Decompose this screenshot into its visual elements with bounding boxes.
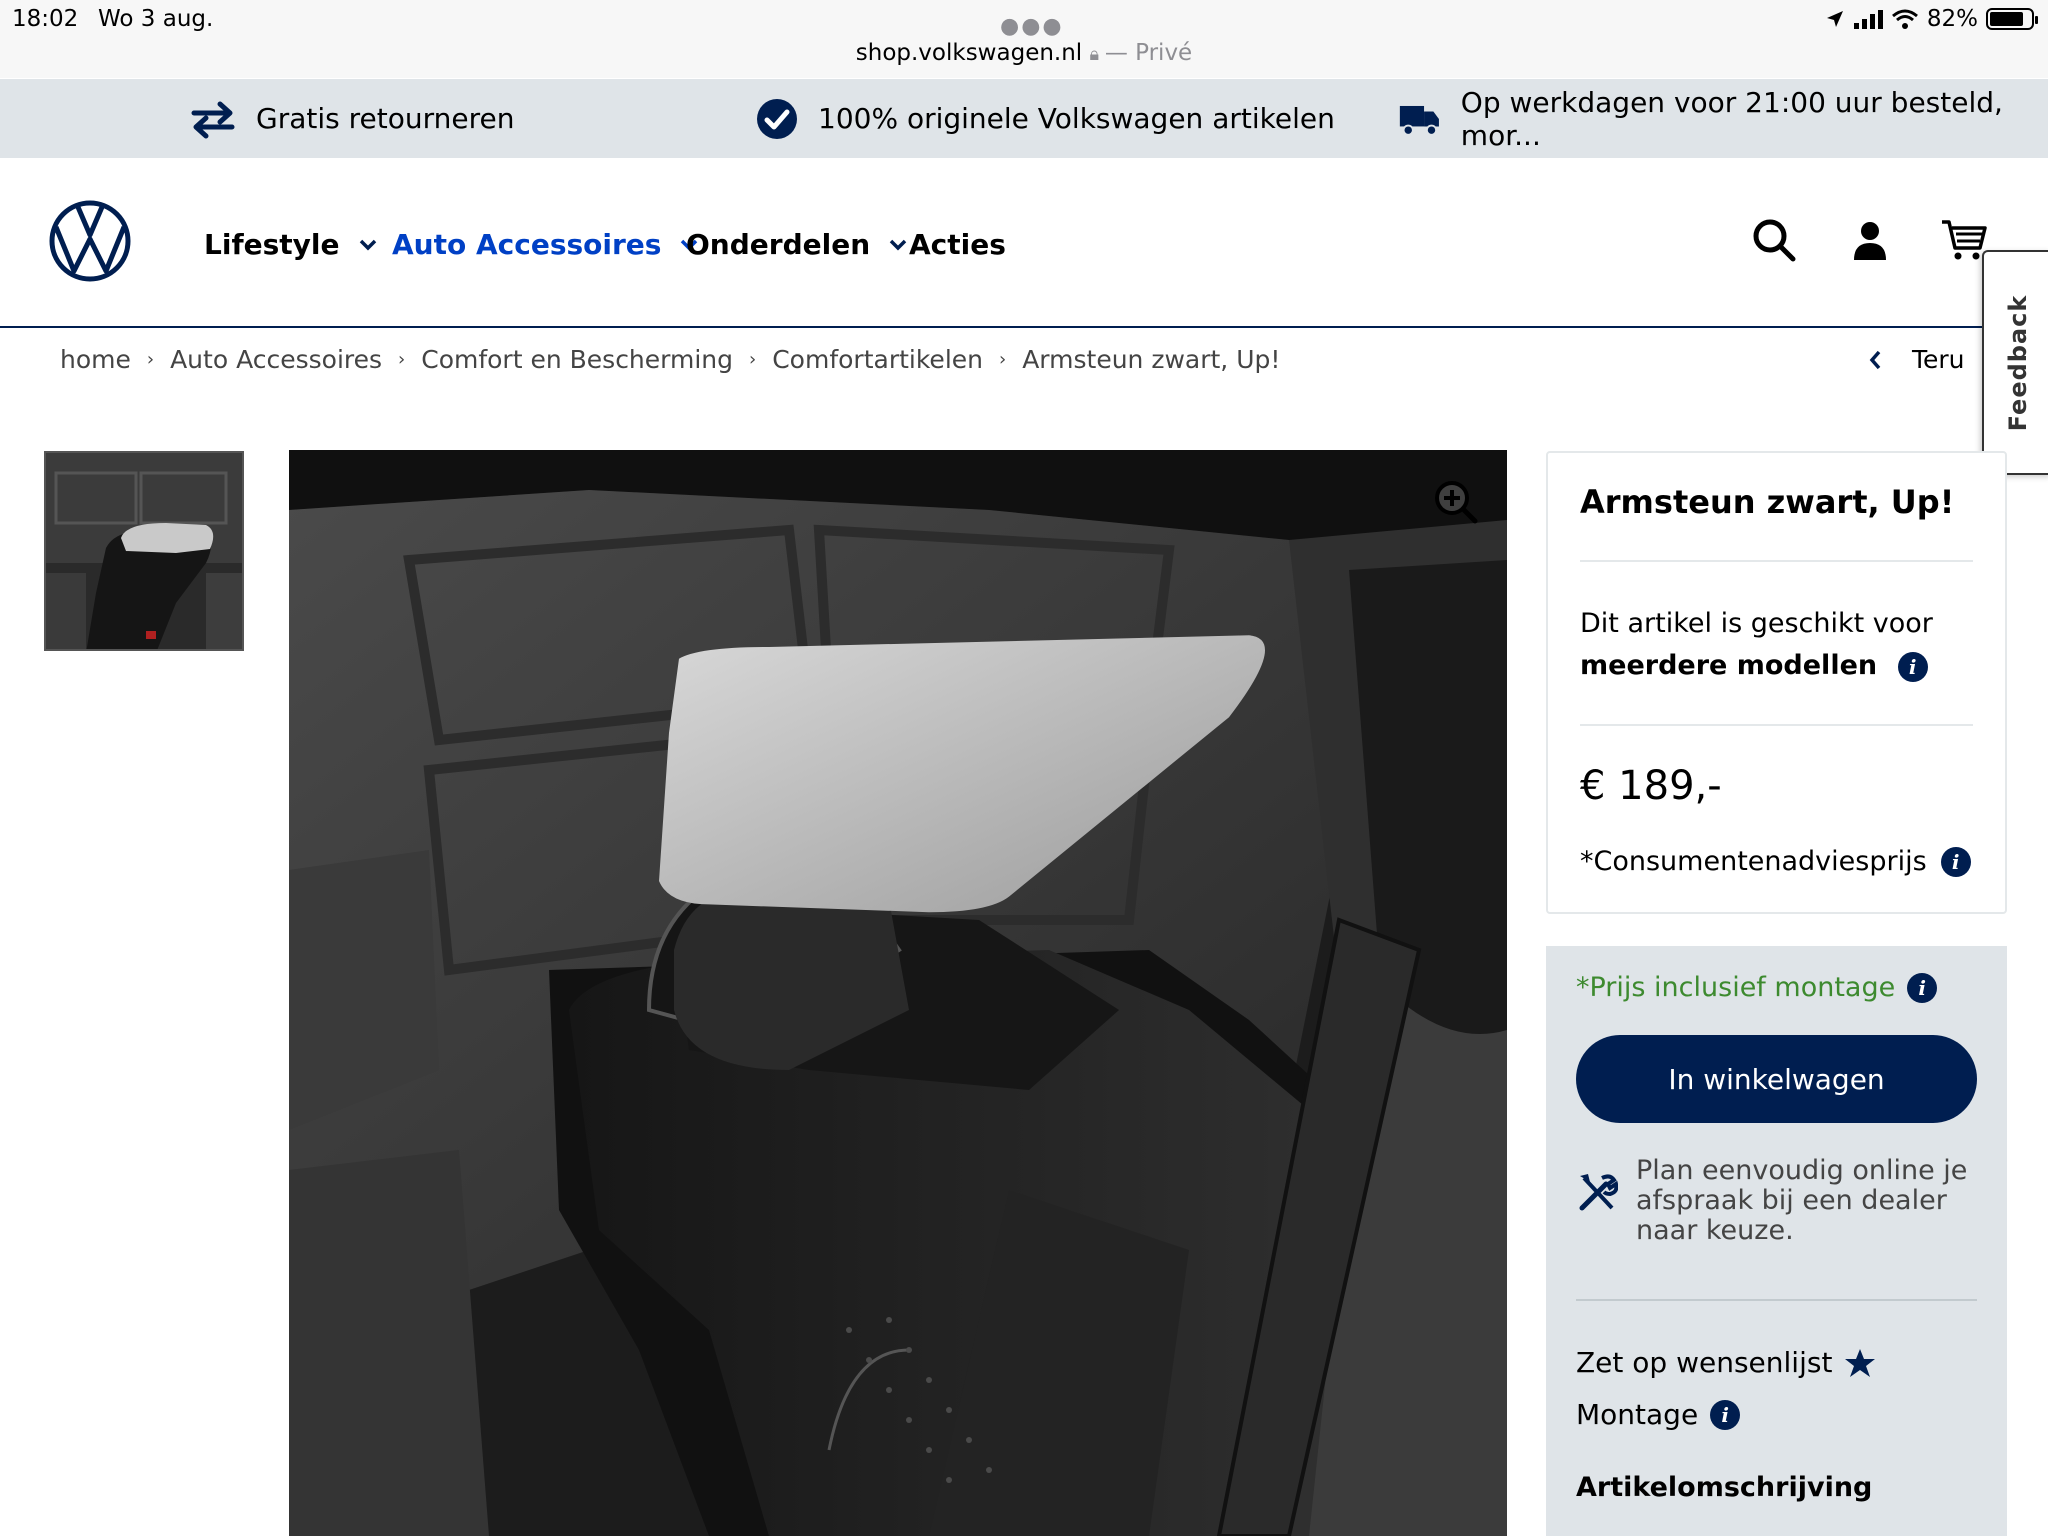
product-thumbnail[interactable] bbox=[44, 451, 244, 651]
lock-icon: 🔒︎ bbox=[1089, 44, 1105, 65]
product-info-panel: Armsteun zwart, Up! Dit artikel is gesch… bbox=[1546, 451, 2007, 914]
feedback-label: Feedback bbox=[2004, 294, 2032, 431]
wrench-screwdriver-icon bbox=[1579, 1174, 1618, 1211]
delivery-truck-icon bbox=[1399, 105, 1439, 136]
cart-icon[interactable] bbox=[1940, 216, 1988, 264]
chevron-down-icon bbox=[359, 239, 376, 250]
wishlist-link[interactable]: Zet op wensenlijst bbox=[1576, 1346, 1876, 1379]
breadcrumb-item-home[interactable]: home bbox=[60, 345, 131, 374]
usp-item-delivery: Op werkdagen voor 21:00 uur besteld, mor… bbox=[1398, 79, 2048, 158]
description-heading[interactable]: Artikelomschrijving bbox=[1576, 1472, 1872, 1503]
breadcrumb: home › Auto Accessoires › Comfort en Bes… bbox=[60, 345, 1280, 374]
purchase-panel: *Prijs inclusief montage i In winkelwage… bbox=[1546, 946, 2007, 1536]
status-bar: 18:02 Wo 3 aug. ●●● 82% shop.volkswagen.… bbox=[0, 0, 2048, 78]
usp-label: 100% originele Volkswagen artikelen bbox=[818, 102, 1335, 135]
breadcrumb-item-comfortartikelen[interactable]: Comfortartikelen bbox=[772, 345, 983, 374]
add-to-cart-button[interactable]: In winkelwagen bbox=[1576, 1035, 1977, 1123]
nav-item-auto-accessoires[interactable]: Auto Accessoires bbox=[392, 228, 699, 261]
info-icon[interactable]: i bbox=[1897, 651, 1928, 682]
thumbnail-image bbox=[46, 453, 242, 649]
cellular-signal-icon bbox=[1853, 10, 1883, 29]
search-icon[interactable] bbox=[1750, 216, 1798, 264]
dealer-appointment-text: Plan eenvoudig online je afspraak bij ee… bbox=[1636, 1155, 1968, 1246]
nav-label: Onderdelen bbox=[686, 228, 871, 261]
usp-item-returns: Gratis retourneren bbox=[190, 79, 514, 158]
advice-price-note: *Consumentenadviesprijs i bbox=[1580, 846, 1971, 877]
divider bbox=[1576, 1299, 1977, 1301]
breadcrumb-separator: › bbox=[398, 349, 406, 370]
location-arrow-icon bbox=[1826, 11, 1843, 27]
incl-montage-label: *Prijs inclusief montage bbox=[1576, 972, 1896, 1003]
status-time: 18:02 bbox=[12, 6, 79, 32]
usp-label: Gratis retourneren bbox=[256, 102, 515, 135]
breadcrumb-item-auto-accessoires[interactable]: Auto Accessoires bbox=[170, 345, 382, 374]
usp-item-original: 100% originele Volkswagen artikelen bbox=[756, 79, 1335, 158]
back-link[interactable]: Teru bbox=[1868, 345, 1965, 374]
battery-icon bbox=[1986, 8, 2038, 30]
product-price: € 189,- bbox=[1580, 763, 1722, 809]
info-icon[interactable]: i bbox=[1940, 846, 1971, 877]
address-bar[interactable]: shop.volkswagen.nl 🔒︎ — Privé bbox=[0, 40, 2048, 66]
breadcrumb-item-comfort[interactable]: Comfort en Bescherming bbox=[421, 345, 733, 374]
fitment-models-link[interactable]: meerdere modellen bbox=[1580, 650, 1877, 681]
dealer-appointment[interactable]: Plan eenvoudig online je afspraak bij ee… bbox=[1576, 1156, 1976, 1246]
status-indicators: 82% bbox=[1825, 6, 2038, 32]
usp-label: Op werkdagen voor 21:00 uur besteld, mor… bbox=[1460, 85, 2003, 152]
breadcrumb-item-current: Armsteun zwart, Up! bbox=[1022, 345, 1281, 374]
montage-label: Montage bbox=[1576, 1398, 1699, 1431]
usp-bar: Gratis retourneren 100% originele Volksw… bbox=[0, 79, 2048, 158]
main-navigation: Lifestyle Auto Accessoires Onderdelen Ac… bbox=[0, 158, 2048, 328]
account-icon[interactable] bbox=[1846, 216, 1894, 264]
chevron-left-icon bbox=[1869, 350, 1881, 369]
url-text: shop.volkswagen.nl bbox=[855, 40, 1083, 66]
wishlist-label: Zet op wensenlijst bbox=[1576, 1346, 1833, 1379]
zoom-in-icon[interactable] bbox=[1432, 478, 1480, 526]
private-label: — Privé bbox=[1104, 40, 1193, 66]
breadcrumb-separator: › bbox=[146, 349, 155, 370]
battery-percent: 82% bbox=[1926, 6, 1978, 32]
return-arrows-icon bbox=[191, 101, 235, 138]
nav-item-lifestyle[interactable]: Lifestyle bbox=[204, 228, 378, 261]
check-circle-icon bbox=[757, 98, 797, 139]
breadcrumb-separator: › bbox=[999, 349, 1007, 370]
nav-label: Lifestyle bbox=[204, 228, 340, 261]
star-icon bbox=[1845, 1348, 1876, 1377]
product-title: Armsteun zwart, Up! bbox=[1580, 483, 1955, 521]
nav-item-onderdelen[interactable]: Onderdelen bbox=[686, 228, 908, 261]
advice-price-label: *Consumentenadviesprijs bbox=[1580, 846, 1927, 877]
montage-link[interactable]: Montage i bbox=[1576, 1398, 1741, 1431]
product-image[interactable] bbox=[289, 450, 1507, 1536]
info-icon[interactable]: i bbox=[1710, 1399, 1741, 1430]
feedback-tab[interactable]: Feedback bbox=[1982, 250, 2048, 475]
fitment-label: Dit artikel is geschikt voor bbox=[1580, 608, 1933, 639]
armrest-photo bbox=[289, 450, 1507, 1536]
fitment-text: Dit artikel is geschikt voor meerdere mo… bbox=[1580, 603, 1933, 687]
info-icon[interactable]: i bbox=[1907, 972, 1938, 1003]
page: 18:02 Wo 3 aug. ●●● 82% shop.volkswagen.… bbox=[0, 0, 2048, 1536]
nav-label: Acties bbox=[909, 228, 1006, 261]
wifi-icon bbox=[1891, 9, 1918, 29]
incl-montage-note: *Prijs inclusief montage i bbox=[1576, 972, 1938, 1003]
chevron-down-icon bbox=[889, 239, 907, 250]
nav-item-acties[interactable]: Acties bbox=[909, 228, 1006, 261]
vw-logo[interactable] bbox=[48, 199, 132, 283]
back-label: Teru bbox=[1912, 345, 1965, 374]
status-date: Wo 3 aug. bbox=[98, 6, 214, 32]
nav-label: Auto Accessoires bbox=[392, 228, 662, 261]
divider bbox=[1580, 560, 1973, 562]
breadcrumb-separator: › bbox=[749, 349, 757, 370]
multitask-dots-icon[interactable]: ●●● bbox=[1000, 14, 1064, 39]
divider bbox=[1580, 724, 1973, 726]
